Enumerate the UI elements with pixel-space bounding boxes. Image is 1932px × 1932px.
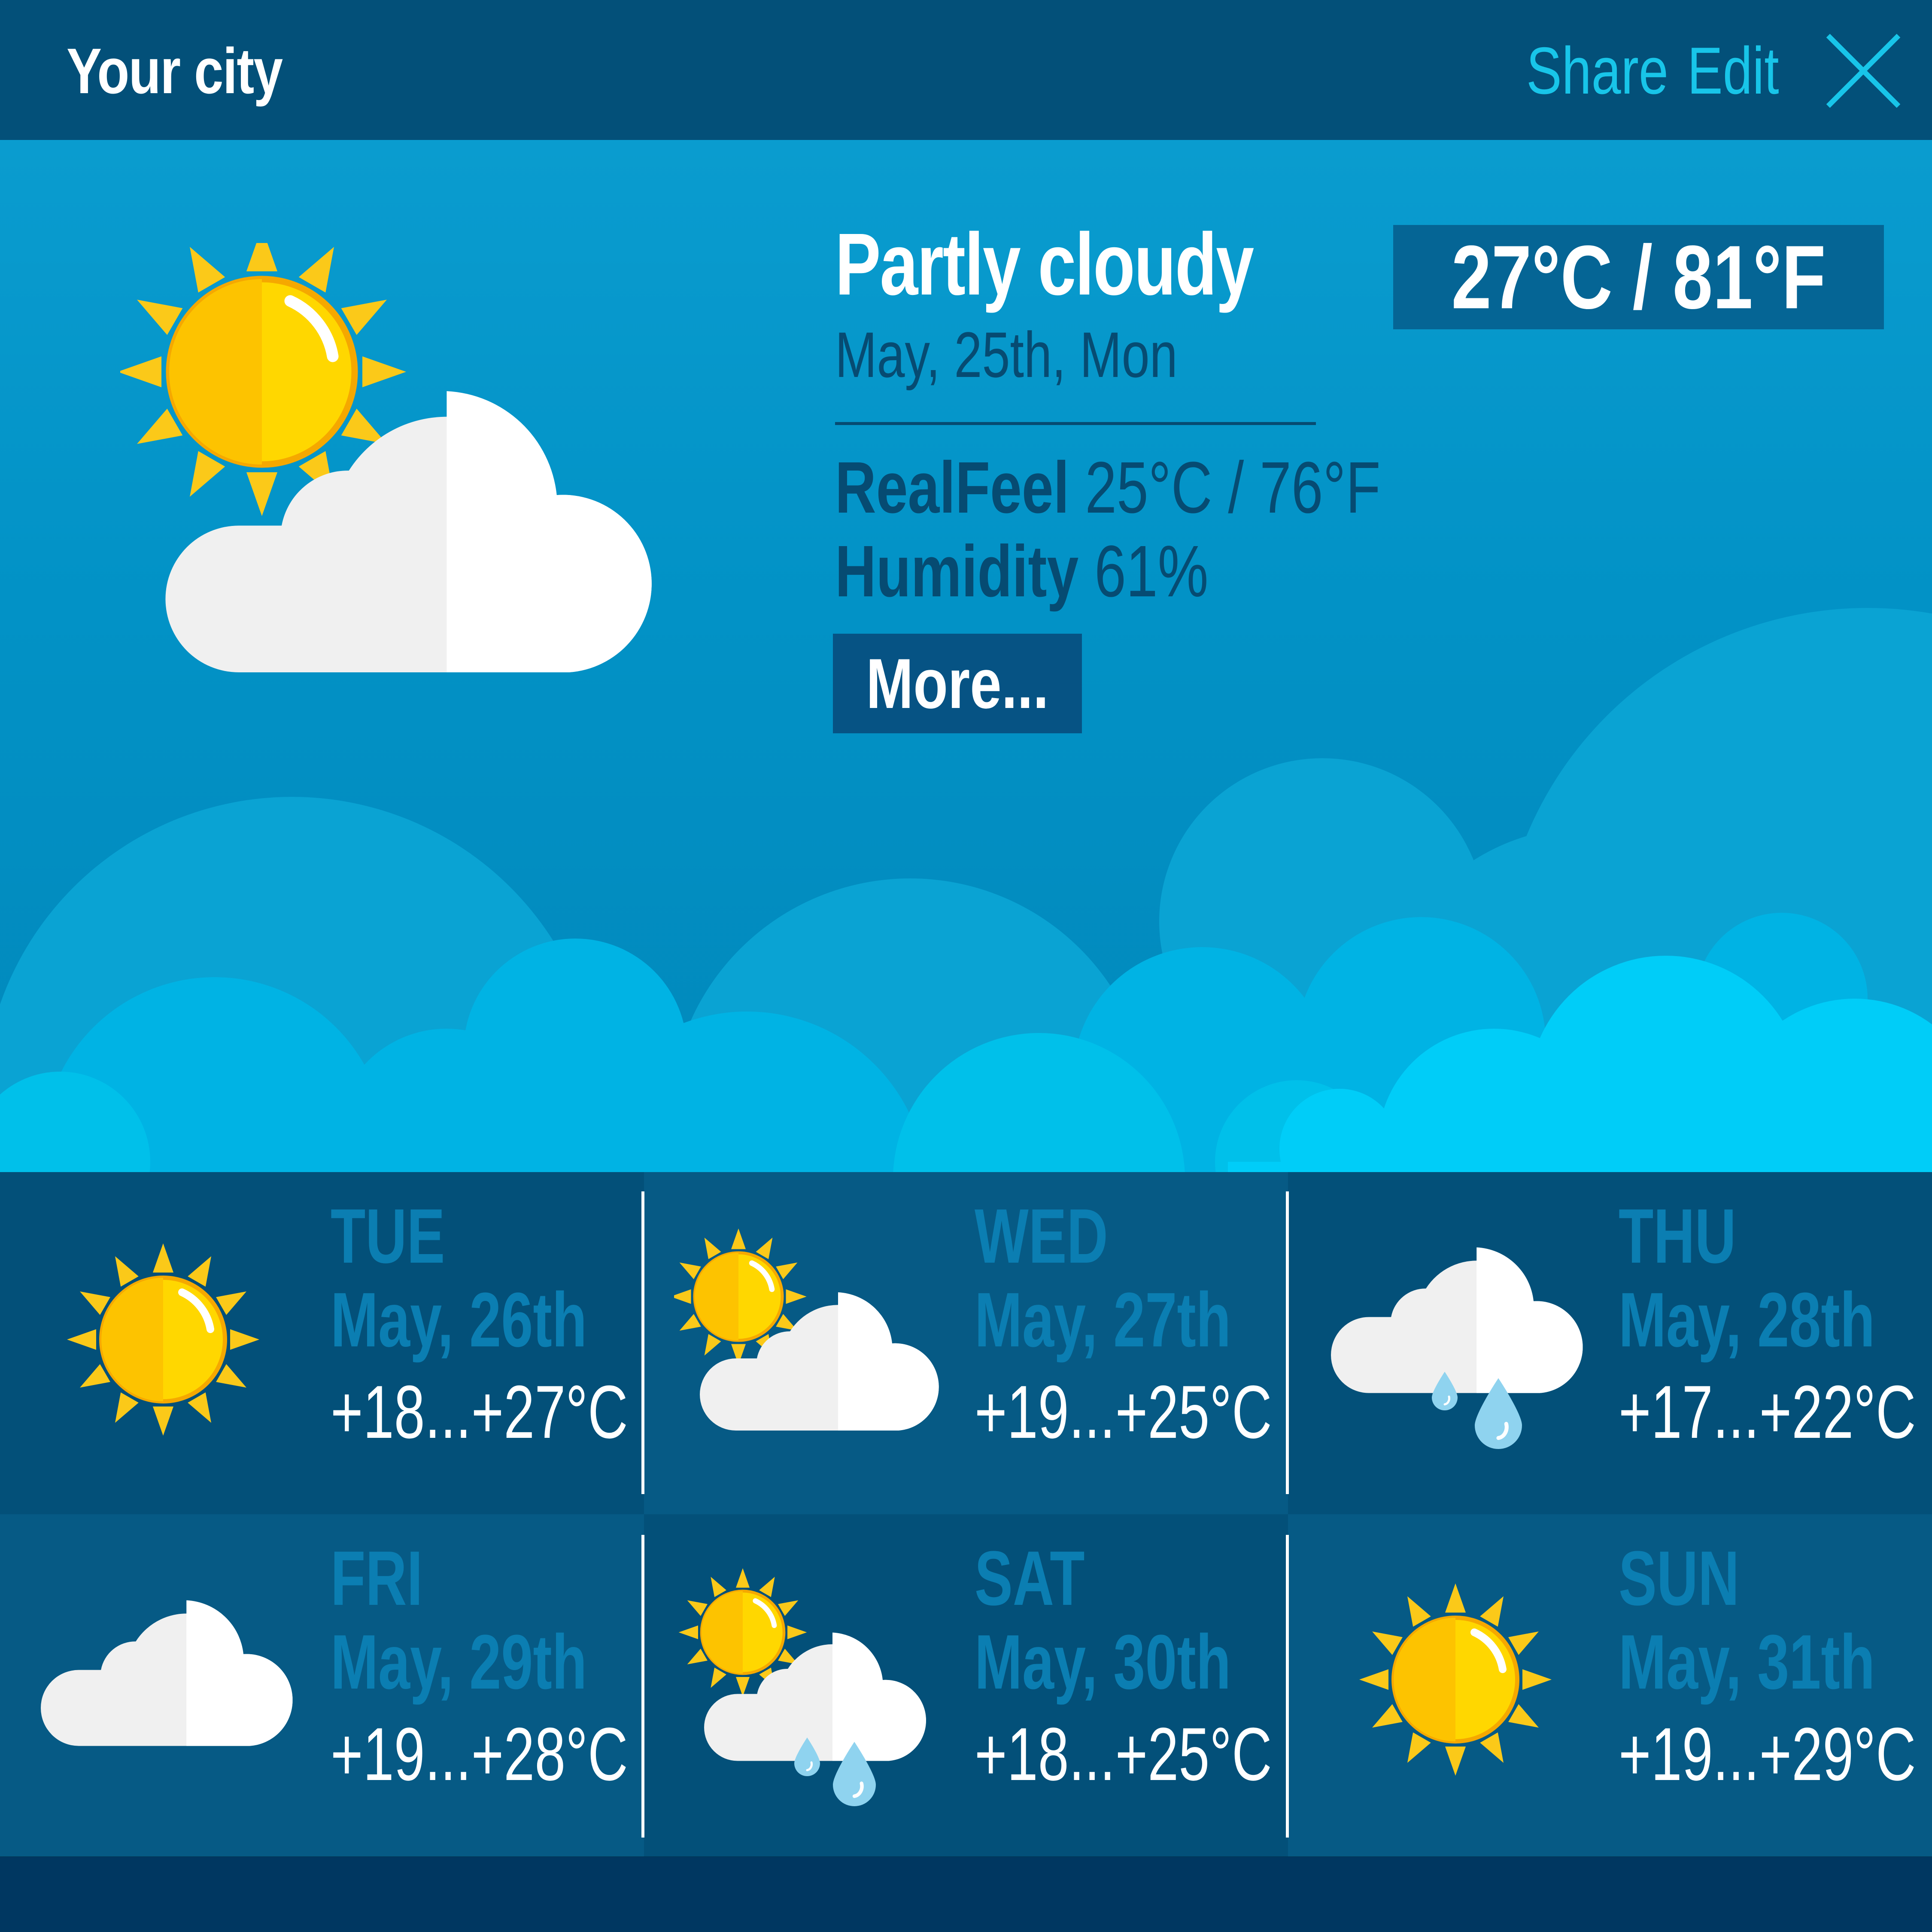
forecast-date: May, 28th <box>1619 1277 1875 1363</box>
rain-cloud-icon <box>1331 1247 1583 1453</box>
forecast-day-name: TUE <box>331 1193 445 1279</box>
close-icon[interactable] <box>1825 32 1902 109</box>
sun-icon <box>1352 1577 1558 1783</box>
app-header: Your city Share Edit <box>0 0 1932 140</box>
column-divider <box>1286 1191 1289 1494</box>
forecast-temp-range: +18...+27°C <box>331 1370 628 1454</box>
edit-button[interactable]: Edit <box>1687 30 1779 112</box>
realfeel-label: RealFeel <box>835 447 1085 529</box>
more-button[interactable]: More... <box>833 634 1082 733</box>
sun-icon <box>60 1236 266 1443</box>
forecast-day-name: WED <box>975 1193 1108 1279</box>
forecast-temp-range: +19...+25°C <box>975 1370 1272 1454</box>
city-title: Your city <box>67 35 283 107</box>
partly-cloudy-icon <box>120 243 652 672</box>
column-divider <box>641 1535 644 1838</box>
current-weather-panel: Partly cloudy May, 25th, Mon RealFeel 25… <box>0 140 1932 1172</box>
forecast-day-name: FRI <box>331 1535 423 1622</box>
more-button-label: More... <box>866 644 1049 723</box>
divider <box>835 422 1316 425</box>
forecast-date: May, 26th <box>331 1277 587 1363</box>
forecast-temp-range: +19...+29°C <box>1619 1713 1916 1796</box>
footer-bar <box>0 1857 1932 1932</box>
forecast-date: May, 31th <box>1619 1619 1875 1705</box>
forecast-day-name: SUN <box>1619 1535 1740 1622</box>
forecast-day[interactable]: FRI May, 29th +19...+28°C <box>0 1514 644 1856</box>
humidity-row: Humidity 61% <box>835 533 1208 610</box>
forecast-day[interactable]: TUE May, 26th +18...+27°C <box>0 1172 644 1514</box>
condition-label: Partly cloudy <box>835 215 1254 313</box>
column-divider <box>1286 1535 1289 1838</box>
forecast-temp-range: +17...+22°C <box>1619 1370 1916 1454</box>
current-date: May, 25th, Mon <box>835 319 1178 391</box>
forecast-date: May, 29th <box>331 1619 587 1705</box>
forecast-day[interactable]: SAT May, 30th +18...+25°C <box>644 1514 1288 1856</box>
current-temperature: 27°C / 81°F <box>1451 227 1826 328</box>
cloud-icon <box>41 1600 293 1746</box>
forecast-day-name: SAT <box>975 1535 1085 1622</box>
forecast-day[interactable]: SUN May, 31th +19...+29°C <box>1288 1514 1932 1856</box>
forecast-day[interactable]: WED May, 27th +19...+25°C <box>644 1172 1288 1514</box>
realfeel-value: 25°C / 76°F <box>1085 447 1381 529</box>
forecast-grid: TUE May, 26th +18...+27°C WED May, 27th … <box>0 1172 1932 1857</box>
humidity-value: 61% <box>1094 531 1209 612</box>
share-button[interactable]: Share <box>1526 30 1668 112</box>
forecast-date: May, 30th <box>975 1619 1231 1705</box>
humidity-label: Humidity <box>835 531 1095 612</box>
forecast-date: May, 27th <box>975 1277 1231 1363</box>
current-temperature-box: 27°C / 81°F <box>1393 225 1884 329</box>
forecast-day-name: THU <box>1619 1193 1736 1279</box>
realfeel-row: RealFeel 25°C / 76°F <box>835 449 1381 526</box>
partly-cloudy-rain-icon <box>678 1568 926 1808</box>
forecast-temp-range: +18...+25°C <box>975 1713 1272 1796</box>
forecast-day[interactable]: THU May, 28th +17...+22°C <box>1288 1172 1932 1514</box>
forecast-temp-range: +19...+28°C <box>331 1713 628 1796</box>
column-divider <box>641 1191 644 1494</box>
partly-cloudy-icon <box>674 1228 939 1431</box>
